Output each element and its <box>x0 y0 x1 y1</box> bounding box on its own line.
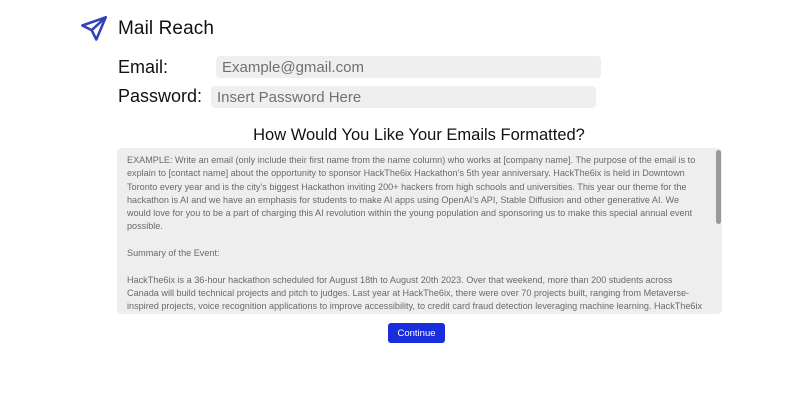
mail-reach-page: Mail Reach Email: Password: How Would Yo… <box>0 0 806 406</box>
email-format-textarea[interactable]: EXAMPLE: Write an email (only include th… <box>117 148 715 314</box>
paper-plane-icon <box>80 15 108 43</box>
password-field[interactable] <box>211 86 596 108</box>
email-label: Email: <box>118 57 169 77</box>
continue-button[interactable]: Continue <box>388 323 445 343</box>
brand-name: Mail Reach <box>118 18 215 39</box>
resize-handle-icon[interactable] <box>715 307 721 313</box>
textarea-scrollbar-thumb[interactable] <box>716 150 721 224</box>
email-field[interactable] <box>216 56 601 78</box>
textarea-scrollbar[interactable] <box>715 148 722 314</box>
brand-header: Mail Reach <box>80 15 214 43</box>
password-label: Password: <box>118 86 203 106</box>
format-section-title: How Would You Like Your Emails Formatted… <box>253 126 585 144</box>
email-format-textarea-container: EXAMPLE: Write an email (only include th… <box>117 148 722 314</box>
